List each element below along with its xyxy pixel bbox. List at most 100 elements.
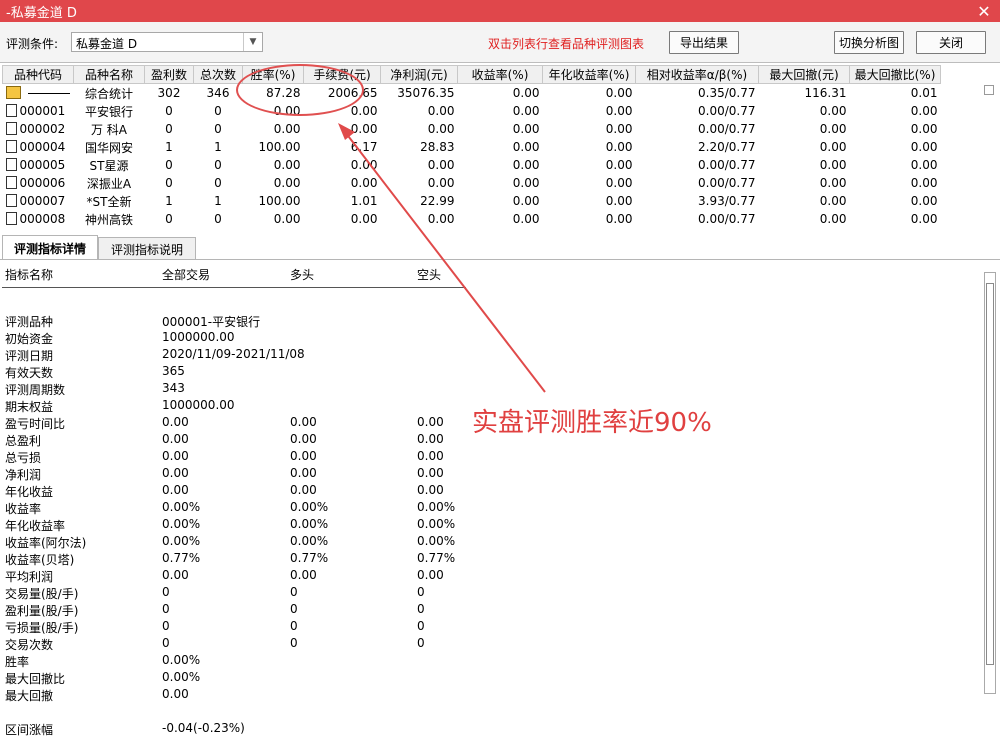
cell-profit: 22.99	[420, 194, 455, 208]
cell-win: 0	[165, 158, 173, 172]
grid-scrollbar[interactable]	[984, 85, 994, 95]
table-row[interactable]: 综合统计 302 346 87.28 2006.65 35076.35 0.00…	[3, 84, 941, 103]
switch-chart-button[interactable]: 切换分析图	[834, 31, 904, 54]
cell-drawdown-ratio: 0.00	[910, 158, 938, 172]
cell-annual: 0.00	[605, 176, 633, 190]
cell-annual: 0.00	[605, 212, 633, 226]
col-name[interactable]: 品种名称	[73, 65, 145, 84]
metric-name: 最大回撤	[5, 689, 54, 703]
cell-fee: 0.00	[350, 104, 378, 118]
metric-name: 最大回撤比	[5, 672, 66, 686]
close-button[interactable]: 关闭	[916, 31, 986, 54]
col-profit[interactable]: 净利润(元)	[380, 65, 458, 84]
col-total[interactable]: 总次数	[193, 65, 243, 84]
detail-header-long: 多头	[290, 268, 315, 282]
cell-return: 0.00	[512, 104, 540, 118]
close-icon[interactable]: ✕	[974, 1, 994, 21]
cell-drawdown: 0.00	[819, 176, 847, 190]
value-all: 0.00%	[162, 670, 201, 684]
condition-value: 私募金道 D	[76, 37, 138, 51]
value-long: 0	[290, 602, 298, 616]
col-fee[interactable]: 手续费(元)	[303, 65, 381, 84]
cell-fee: 2006.65	[327, 86, 378, 100]
value-all: 2020/11/09-2021/11/08	[162, 347, 305, 361]
value-all: 0.00	[162, 687, 189, 701]
value-all: 343	[162, 381, 185, 395]
condition-select[interactable]: 私募金道 D ▼	[71, 32, 263, 52]
table-row[interactable]: 000002 万 科A 0 0 0.00 0.00 0.00 0.00 0.00…	[3, 120, 941, 138]
metric-name: 平均利润	[5, 570, 54, 584]
value-short: 0.00%	[417, 534, 456, 548]
cell-name: 深振业A	[86, 176, 132, 191]
cell-total: 0	[214, 104, 222, 118]
value-all: 0.00%	[162, 517, 201, 531]
cell-drawdown-ratio: 0.00	[910, 104, 938, 118]
value-all: 1000000.00	[162, 398, 235, 412]
table-row[interactable]: 000007 *ST全新 1 1 100.00 1.01 22.99 0.00 …	[3, 192, 941, 210]
cell-drawdown: 0.00	[819, 212, 847, 226]
cell-drawdown-ratio: 0.00	[910, 122, 938, 136]
cell-relative: 3.93/0.77	[698, 194, 756, 208]
cell-rate: 100.00	[258, 140, 301, 154]
export-button[interactable]: 导出结果	[669, 31, 739, 54]
value-all: 0.00	[162, 432, 189, 446]
detail-header-name: 指标名称	[5, 268, 54, 282]
tab-description[interactable]: 评测指标说明	[98, 237, 196, 260]
detail-row: 评测日期 2020/11/09-2021/11/08	[0, 347, 980, 364]
cell-total: 0	[214, 176, 222, 190]
value-long: 0.00	[290, 483, 317, 497]
cell-code: 000002	[19, 122, 66, 136]
detail-row: 最大回撤 0.00	[0, 687, 980, 704]
value-short: 0.00%	[417, 500, 456, 514]
detail-header-all: 全部交易	[162, 268, 211, 282]
cell-total: 0	[214, 212, 222, 226]
hint-text: 双击列表行查看品种评测图表	[488, 37, 645, 51]
table-row[interactable]: 000005 ST星源 0 0 0.00 0.00 0.00 0.00 0.00…	[3, 156, 941, 174]
detail-row	[0, 704, 980, 721]
document-icon	[5, 194, 17, 207]
col-relative[interactable]: 相对收益率α/β(%)	[635, 65, 759, 84]
table-row[interactable]: 000001 平安银行 0 0 0.00 0.00 0.00 0.00 0.00…	[3, 102, 941, 120]
detail-row: 收益率(贝塔) 0.77% 0.77% 0.77%	[0, 551, 980, 568]
table-row[interactable]: 000006 深振业A 0 0 0.00 0.00 0.00 0.00 0.00…	[3, 174, 941, 192]
col-drawdown-ratio[interactable]: 最大回撤比(%)	[849, 65, 941, 84]
detail-row	[0, 296, 980, 313]
col-drawdown[interactable]: 最大回撤(元)	[758, 65, 850, 84]
col-win[interactable]: 盈利数	[144, 65, 194, 84]
scrollbar-thumb[interactable]	[986, 283, 994, 665]
table-row[interactable]: 000008 神州高铁 0 0 0.00 0.00 0.00 0.00 0.00…	[3, 210, 941, 228]
cell-return: 0.00	[512, 140, 540, 154]
cell-fee: 6.17	[350, 140, 378, 154]
table-row[interactable]: 000004 国华网安 1 1 100.00 6.17 28.83 0.00 0…	[3, 138, 941, 156]
cell-profit: 35076.35	[397, 86, 455, 100]
metric-name: 期末权益	[5, 400, 54, 414]
col-code[interactable]: 品种代码	[2, 65, 74, 84]
chevron-down-icon[interactable]: ▼	[243, 33, 262, 51]
detail-row: 亏损量(股/手) 0 0 0	[0, 619, 980, 636]
detail-row: 交易量(股/手) 0 0 0	[0, 585, 980, 602]
tab-details[interactable]: 评测指标详情	[2, 235, 98, 260]
document-icon	[5, 212, 17, 225]
col-rate[interactable]: 胜率(%)	[242, 65, 304, 84]
col-return[interactable]: 收益率(%)	[457, 65, 543, 84]
cell-annual: 0.00	[605, 140, 633, 154]
cell-rate: 0.00	[273, 212, 301, 226]
cell-return: 0.00	[512, 86, 540, 100]
col-annual[interactable]: 年化收益率(%)	[542, 65, 636, 84]
cell-drawdown-ratio: 0.00	[910, 212, 938, 226]
cell-relative: 2.20/0.77	[698, 140, 756, 154]
cell-fee: 0.00	[350, 122, 378, 136]
cell-profit: 0.00	[427, 122, 455, 136]
detail-row: 区间涨幅 -0.04(-0.23%)	[0, 721, 980, 738]
cell-drawdown-ratio: 0.00	[910, 176, 938, 190]
cell-code: 000005	[19, 158, 66, 172]
metric-name: 净利润	[5, 468, 42, 482]
cell-annual: 0.00	[605, 194, 633, 208]
metric-name: 总亏损	[5, 451, 42, 465]
cell-rate: 0.00	[273, 122, 301, 136]
detail-scrollbar[interactable]	[984, 272, 996, 694]
detail-row: 年化收益率 0.00% 0.00% 0.00%	[0, 517, 980, 534]
detail-tabs: 评测指标详情 评测指标说明	[0, 235, 1000, 260]
value-all: 1000000.00	[162, 330, 235, 344]
cell-annual: 0.00	[605, 158, 633, 172]
